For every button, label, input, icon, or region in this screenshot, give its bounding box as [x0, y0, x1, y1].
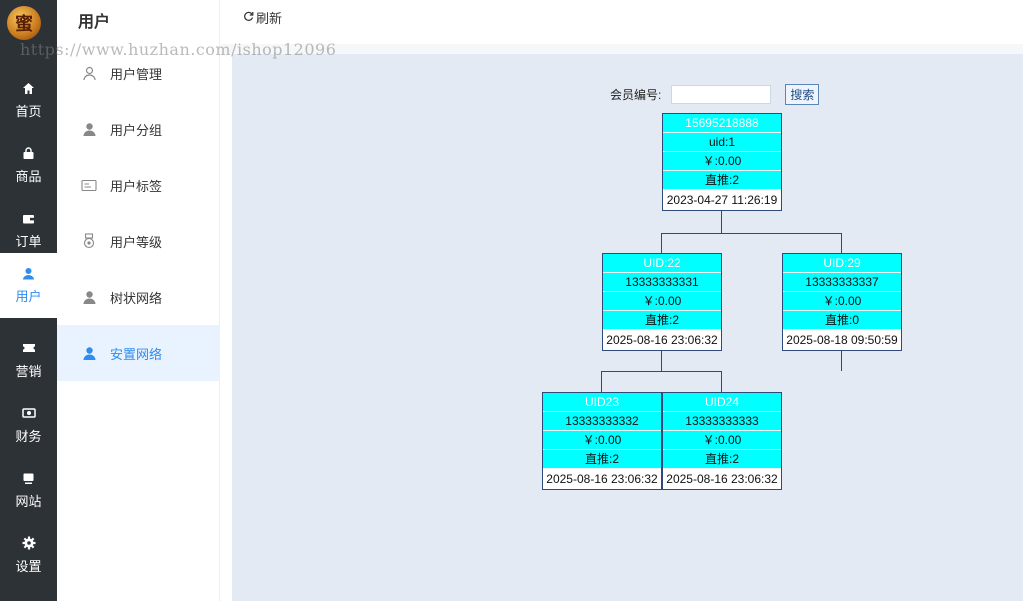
app-logo[interactable]: 蜜	[7, 6, 41, 40]
wallet-icon	[22, 211, 36, 225]
node-phone: 13333333331	[603, 273, 721, 292]
tree-connector	[721, 209, 722, 233]
rail-item-website[interactable]: 网站	[0, 458, 57, 523]
rail-item-marketing[interactable]: 营销	[0, 328, 57, 393]
member-id-input[interactable]	[671, 85, 772, 104]
main-nav-rail: 蜜 首页 商品 订单 用户 营销 财务 网站 设置	[0, 0, 57, 601]
rail-item-label: 营销	[15, 364, 42, 379]
user-icon	[22, 266, 36, 280]
node-direct-count: 直推:2	[543, 450, 661, 469]
rail-item-goods[interactable]: 商品	[0, 133, 57, 198]
node-direct-count: 直推:2	[603, 311, 721, 330]
finance-icon	[21, 406, 36, 420]
tree-node-root[interactable]: 15695218888 uid:1 ￥:0.00 直推:2 2023-04-27…	[662, 113, 782, 211]
subnav-item-placement-network[interactable]: 安置网络	[57, 325, 220, 381]
node-uid: uid:1	[663, 133, 781, 152]
node-amount: ￥:0.00	[663, 431, 781, 450]
subnav-item-label: 树状网络	[110, 290, 163, 306]
user-subnav: 用户 用户管理 用户分组 用户标签 用户等级 树状网络 安置网络	[57, 0, 220, 601]
id-card-icon	[81, 177, 97, 193]
node-direct-count: 直推:2	[663, 450, 781, 469]
tree-node-uid24[interactable]: UID24 13333333333 ￥:0.00 直推:2 2025-08-16…	[662, 392, 782, 490]
rail-item-home[interactable]: 首页	[0, 68, 57, 133]
node-phone: 13333333332	[543, 412, 661, 431]
subnav-item-label: 用户标签	[110, 178, 163, 194]
node-date: 2025-08-16 23:06:32	[663, 469, 781, 489]
bag-icon	[22, 146, 36, 160]
subnav-item-label: 用户管理	[110, 66, 163, 82]
watermark-text: https://www.huzhan.com/ishop12096	[20, 40, 337, 59]
node-direct-count: 直推:2	[663, 171, 781, 190]
node-amount: ￥:0.00	[663, 152, 781, 171]
user-outline-icon	[81, 65, 97, 81]
tree-node-uid23[interactable]: UID23 13333333332 ￥:0.00 直推:2 2025-08-16…	[542, 392, 662, 490]
node-header: 15695218888	[663, 114, 781, 133]
tree-connector	[661, 349, 662, 372]
rail-item-finance[interactable]: 财务	[0, 393, 57, 458]
node-phone: 13333333333	[663, 412, 781, 431]
refresh-icon	[243, 11, 254, 25]
user-group-icon	[81, 121, 97, 137]
rail-item-label: 网站	[15, 494, 42, 509]
ticket-icon	[22, 341, 36, 355]
home-icon	[22, 81, 36, 95]
node-date: 2023-04-27 11:26:19	[663, 190, 781, 210]
subnav-item-label: 用户分组	[110, 122, 163, 138]
node-date: 2025-08-16 23:06:32	[543, 469, 661, 489]
rail-item-label: 订单	[15, 234, 42, 249]
subnav-item-label: 安置网络	[110, 346, 163, 362]
rail-item-label: 首页	[15, 104, 42, 119]
rail-item-label: 财务	[15, 429, 42, 444]
gear-icon	[22, 536, 36, 550]
placement-network-panel: 会员编号: 搜索 15695218888 uid:1 ￥:0.00 直推:2 2…	[232, 54, 1023, 601]
rail-item-label: 用户	[15, 289, 42, 304]
rail-item-settings[interactable]: 设置	[0, 523, 57, 588]
node-date: 2025-08-18 09:50:59	[783, 330, 901, 350]
node-header: UID23	[543, 393, 661, 412]
rail-item-label: 设置	[15, 559, 42, 574]
subnav-item-tree-network[interactable]: 树状网络	[57, 269, 220, 325]
rail-item-label: 商品	[15, 169, 42, 184]
node-amount: ￥:0.00	[603, 292, 721, 311]
node-amount: ￥:0.00	[543, 431, 661, 450]
rail-item-users[interactable]: 用户	[0, 253, 57, 318]
node-header: UID24	[663, 393, 781, 412]
top-bar: 刷新	[221, 0, 1023, 44]
tree-connector	[661, 233, 842, 234]
tree-node-uid29[interactable]: UID:29 13333333337 ￥:0.00 直推:0 2025-08-1…	[782, 253, 902, 351]
subnav-item-label: 用户等级	[110, 234, 163, 250]
search-button[interactable]: 搜索	[785, 84, 820, 105]
node-direct-count: 直推:0	[783, 311, 901, 330]
tree-connector	[841, 349, 842, 371]
subnav-item-user-tags[interactable]: 用户标签	[57, 157, 220, 213]
node-amount: ￥:0.00	[783, 292, 901, 311]
node-header: UID:29	[783, 254, 901, 273]
user-tree-icon	[81, 289, 97, 305]
logo-text: 蜜	[15, 14, 33, 34]
monitor-icon	[22, 471, 36, 485]
tree-connector	[601, 371, 602, 392]
subnav-title: 用户	[78, 14, 111, 31]
content-gap	[221, 44, 1023, 54]
member-id-label: 会员编号:	[610, 88, 662, 102]
tree-node-uid22[interactable]: UID:22 13333333331 ￥:0.00 直推:2 2025-08-1…	[602, 253, 722, 351]
node-header: UID:22	[603, 254, 721, 273]
tree-connector	[841, 233, 842, 253]
refresh-button[interactable]: 刷新	[243, 8, 282, 27]
tree-connector	[661, 233, 662, 253]
medal-icon	[81, 233, 97, 249]
node-phone: 13333333337	[783, 273, 901, 292]
search-bar: 会员编号: 搜索	[610, 84, 820, 105]
node-date: 2025-08-16 23:06:32	[603, 330, 721, 350]
tree-connector	[601, 371, 722, 372]
subnav-item-user-level[interactable]: 用户等级	[57, 213, 220, 269]
user-place-icon	[81, 345, 97, 361]
tree-connector	[721, 371, 722, 392]
refresh-label: 刷新	[256, 11, 283, 26]
subnav-item-user-group[interactable]: 用户分组	[57, 101, 220, 157]
